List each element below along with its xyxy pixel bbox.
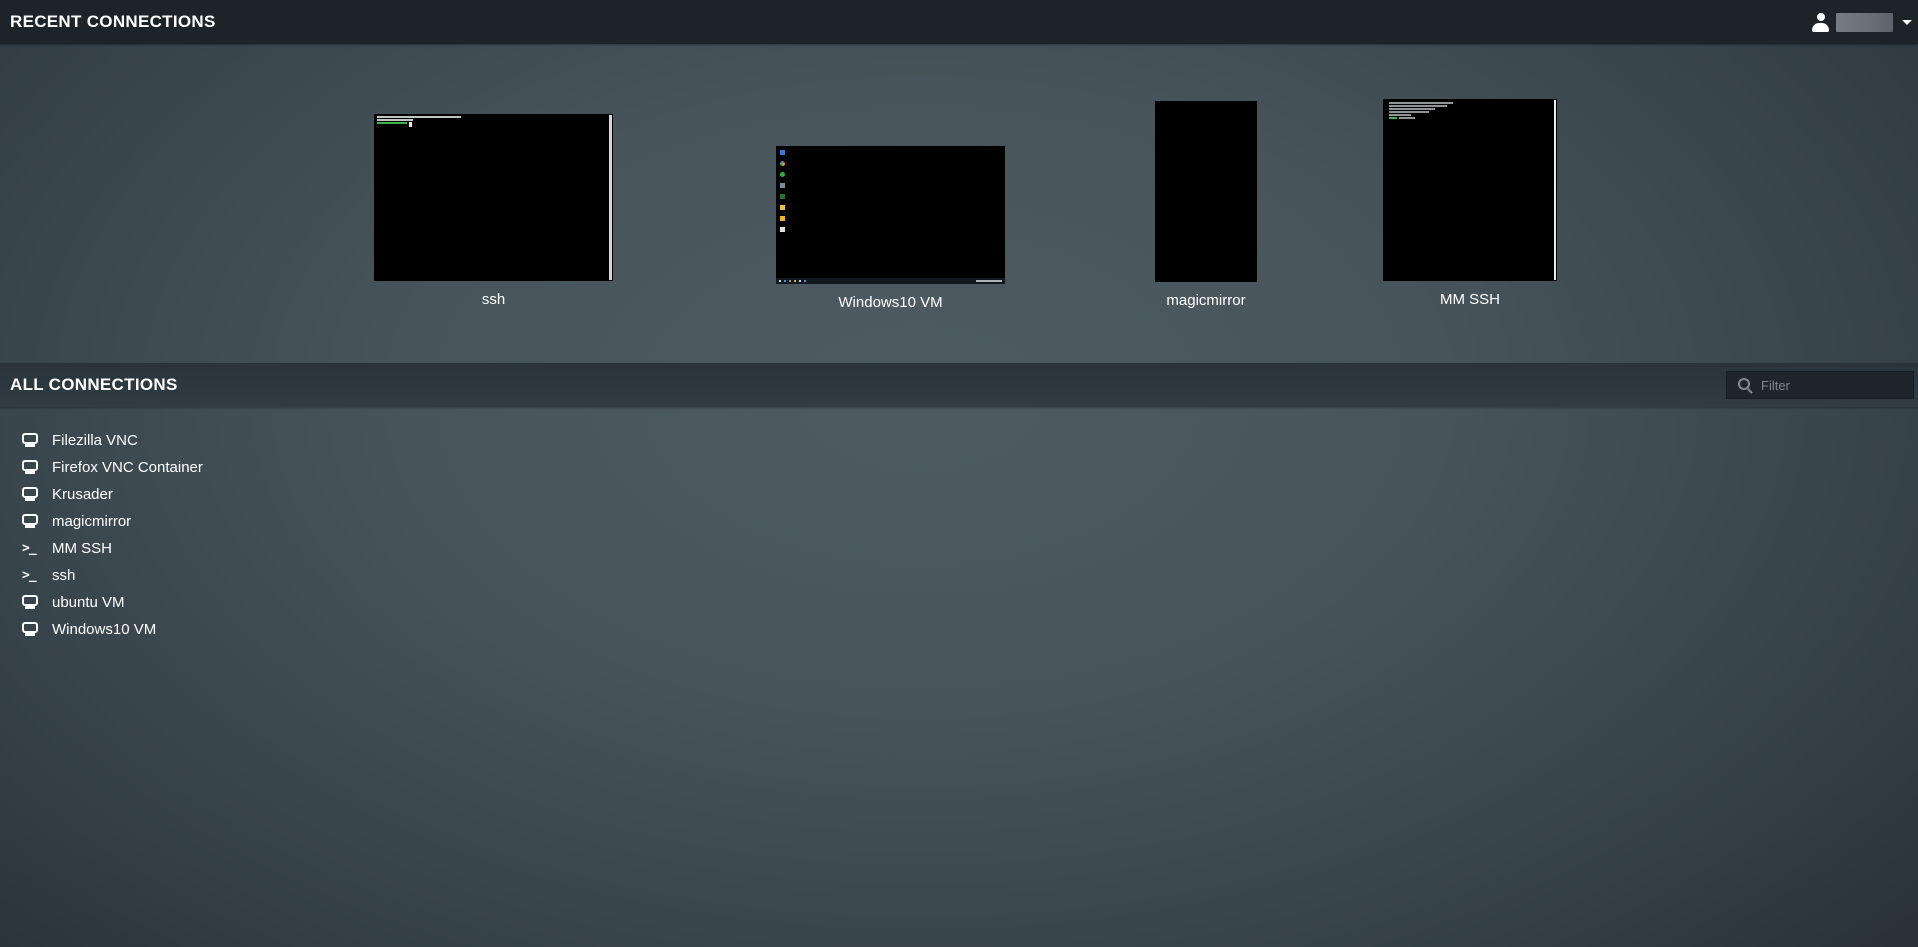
taskbar-art <box>776 278 1005 284</box>
thumbnail-scrollbar <box>609 115 612 280</box>
recent-connection-ssh[interactable]: ssh <box>374 114 613 308</box>
connection-list-item[interactable]: ssh <box>0 562 1918 589</box>
search-icon <box>1738 378 1750 390</box>
connection-label: ssh <box>52 567 75 584</box>
terminal-icon <box>22 568 36 583</box>
connection-label: Firefox VNC Container <box>52 459 203 476</box>
connection-label: Krusader <box>52 486 113 503</box>
monitor-icon <box>22 595 38 606</box>
recent-connection-label: magicmirror <box>1155 292 1257 309</box>
connection-list-item[interactable]: Firefox VNC Container <box>0 454 1918 481</box>
recent-connections-section: ssh Windows10 VM <box>0 44 1918 360</box>
recent-connections-title: RECENT CONNECTIONS <box>10 12 216 32</box>
connection-thumbnail[interactable] <box>1155 101 1257 282</box>
filter-box <box>1726 371 1914 399</box>
connection-list-item[interactable]: magicmirror <box>0 508 1918 535</box>
all-connections-bar: ALL CONNECTIONS <box>0 363 1918 407</box>
user-menu[interactable] <box>1812 0 1912 44</box>
thumbnail-scrollbar <box>1554 100 1556 280</box>
filter-input[interactable] <box>1726 371 1914 399</box>
monitor-icon <box>22 487 38 498</box>
connection-label: ubuntu VM <box>52 594 125 611</box>
recent-connection-magicmirror[interactable]: magicmirror <box>1155 101 1257 309</box>
recent-connection-mm-ssh[interactable]: MM SSH <box>1383 99 1557 308</box>
connection-label: magicmirror <box>52 513 131 530</box>
monitor-icon <box>22 514 38 525</box>
connection-thumbnail[interactable] <box>776 146 1005 284</box>
connection-label: Filezilla VNC <box>52 432 138 449</box>
user-icon <box>1812 13 1829 32</box>
desktop-icons-art <box>780 150 785 232</box>
recent-connection-label: ssh <box>374 291 613 308</box>
caret-down-icon <box>1902 20 1912 25</box>
monitor-icon <box>22 460 38 471</box>
connection-list-item[interactable]: ubuntu VM <box>0 589 1918 616</box>
connection-label: MM SSH <box>52 540 112 557</box>
terminal-text-art <box>377 116 461 127</box>
recent-connection-windows10-vm[interactable]: Windows10 VM <box>776 146 1005 311</box>
connection-list-item[interactable]: Krusader <box>0 481 1918 508</box>
recent-connection-label: Windows10 VM <box>776 294 1005 311</box>
connection-thumbnail[interactable] <box>374 114 613 281</box>
connections-list: Filezilla VNC Firefox VNC Container Krus… <box>0 407 1918 643</box>
monitor-icon <box>22 433 38 444</box>
connection-label: Windows10 VM <box>52 621 156 638</box>
top-bar: RECENT CONNECTIONS <box>0 0 1918 44</box>
connection-thumbnail[interactable] <box>1383 99 1557 281</box>
recent-connection-label: MM SSH <box>1383 291 1557 308</box>
terminal-text-art <box>1389 102 1453 119</box>
connection-list-item[interactable]: Filezilla VNC <box>0 427 1918 454</box>
terminal-icon <box>22 541 36 556</box>
connection-list-item[interactable]: Windows10 VM <box>0 616 1918 643</box>
username-redacted <box>1836 13 1893 32</box>
all-connections-title: ALL CONNECTIONS <box>10 375 178 395</box>
monitor-icon <box>22 622 38 633</box>
connection-list-item[interactable]: MM SSH <box>0 535 1918 562</box>
